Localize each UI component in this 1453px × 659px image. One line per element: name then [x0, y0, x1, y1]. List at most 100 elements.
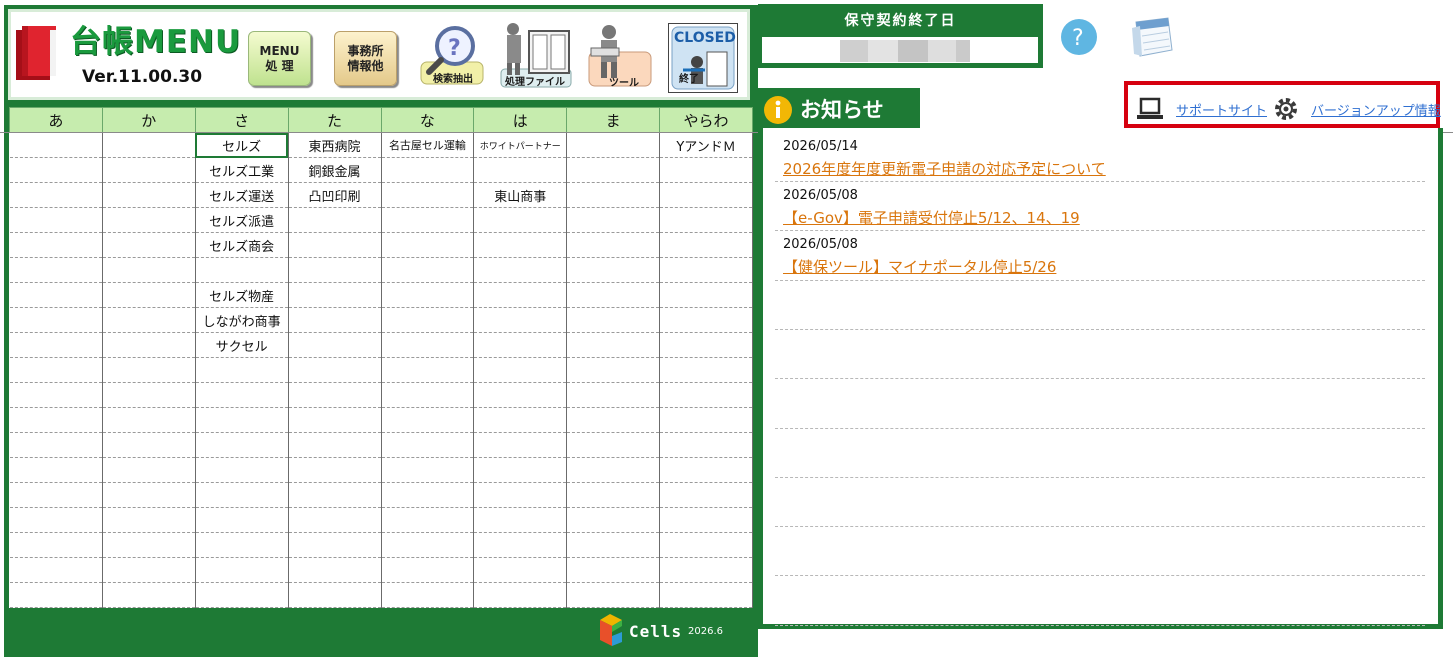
grid-cell[interactable]	[381, 557, 475, 583]
grid-cell[interactable]	[288, 457, 382, 483]
grid-cell[interactable]	[102, 482, 196, 508]
grid-cell[interactable]	[659, 257, 753, 283]
grid-cell[interactable]	[659, 482, 753, 508]
grid-cell[interactable]	[9, 457, 103, 483]
grid-cell[interactable]	[288, 407, 382, 433]
grid-cell[interactable]	[473, 332, 568, 358]
grid-cell[interactable]	[9, 182, 103, 208]
grid-cell[interactable]	[473, 157, 568, 183]
grid-cell[interactable]	[102, 282, 196, 308]
grid-cell[interactable]	[9, 132, 103, 158]
grid-cell[interactable]	[381, 232, 475, 258]
grid-cell[interactable]	[473, 257, 568, 283]
grid-cell[interactable]	[102, 232, 196, 258]
grid-cell[interactable]	[566, 257, 661, 283]
grid-cell[interactable]	[195, 482, 289, 508]
grid-cell[interactable]	[102, 382, 196, 408]
grid-cell[interactable]	[102, 157, 196, 183]
grid-cell[interactable]	[381, 582, 475, 608]
grid-cell[interactable]	[473, 482, 568, 508]
grid-cell[interactable]	[195, 532, 289, 558]
search-extract-button[interactable]: ? 検索抽出	[415, 22, 487, 86]
grid-cell[interactable]	[381, 457, 475, 483]
grid-cell[interactable]: セルズ	[195, 132, 289, 158]
grid-cell[interactable]	[473, 357, 568, 383]
grid-cell[interactable]	[102, 432, 196, 458]
grid-cell[interactable]	[473, 457, 568, 483]
grid-cell[interactable]	[566, 482, 661, 508]
grid-cell[interactable]	[659, 332, 753, 358]
grid-cell[interactable]	[566, 357, 661, 383]
grid-cell[interactable]	[288, 482, 382, 508]
news-link[interactable]: 【e-Gov】電子申請受付停止5/12、14、19	[783, 207, 1080, 228]
grid-cell[interactable]	[566, 132, 661, 158]
news-link[interactable]: 2026年度年度更新電子申請の対応予定について	[783, 158, 1106, 179]
grid-cell[interactable]: 名古屋セル運輸	[381, 132, 475, 158]
menu-process-button[interactable]: MENU 処 理	[248, 31, 311, 86]
grid-cell[interactable]	[102, 582, 196, 608]
grid-cell[interactable]	[195, 257, 289, 283]
grid-cell[interactable]	[381, 182, 475, 208]
grid-cell[interactable]	[9, 332, 103, 358]
grid-cell[interactable]	[288, 282, 382, 308]
grid-cell[interactable]	[659, 432, 753, 458]
grid-cell[interactable]	[288, 557, 382, 583]
grid-cell[interactable]	[473, 382, 568, 408]
grid-cell[interactable]: セルズ物産	[195, 282, 289, 308]
grid-cell[interactable]	[288, 332, 382, 358]
grid-cell[interactable]	[9, 282, 103, 308]
grid-cell[interactable]	[381, 157, 475, 183]
grid-cell[interactable]	[195, 457, 289, 483]
grid-cell[interactable]	[9, 482, 103, 508]
grid-cell[interactable]	[195, 382, 289, 408]
grid-cell[interactable]	[566, 457, 661, 483]
grid-cell[interactable]	[566, 332, 661, 358]
grid-cell[interactable]	[288, 507, 382, 533]
grid-cell[interactable]	[566, 182, 661, 208]
grid-cell[interactable]	[566, 507, 661, 533]
grid-cell[interactable]	[566, 382, 661, 408]
grid-cell[interactable]: 凸凹印刷	[288, 182, 382, 208]
support-site-link[interactable]: サポートサイト	[1176, 100, 1267, 119]
grid-cell[interactable]	[9, 382, 103, 408]
grid-cell[interactable]	[195, 432, 289, 458]
grid-cell[interactable]	[195, 407, 289, 433]
grid-cell[interactable]	[566, 157, 661, 183]
grid-cell[interactable]	[9, 582, 103, 608]
grid-cell[interactable]	[566, 557, 661, 583]
grid-cell[interactable]	[659, 557, 753, 583]
grid-cell[interactable]	[566, 307, 661, 333]
grid-cell[interactable]	[473, 507, 568, 533]
grid-cell[interactable]	[566, 232, 661, 258]
grid-cell[interactable]	[288, 207, 382, 233]
grid-cell[interactable]	[473, 557, 568, 583]
grid-cell[interactable]	[102, 332, 196, 358]
grid-cell[interactable]	[9, 407, 103, 433]
grid-cell[interactable]: サクセル	[195, 332, 289, 358]
grid-cell[interactable]	[288, 432, 382, 458]
grid-cell[interactable]	[288, 257, 382, 283]
calendar-icon[interactable]	[1128, 16, 1174, 58]
grid-cell[interactable]	[288, 357, 382, 383]
grid-cell[interactable]: セルズ商会	[195, 232, 289, 258]
closed-exit-button[interactable]: CLOSED 終了	[668, 23, 738, 93]
grid-cell[interactable]	[659, 182, 753, 208]
grid-cell[interactable]	[566, 207, 661, 233]
grid-cell[interactable]	[9, 507, 103, 533]
grid-cell[interactable]	[195, 557, 289, 583]
grid-cell[interactable]	[195, 507, 289, 533]
grid-cell[interactable]	[381, 207, 475, 233]
grid-cell[interactable]	[381, 482, 475, 508]
grid-cell[interactable]	[288, 307, 382, 333]
grid-cell[interactable]	[566, 282, 661, 308]
news-link[interactable]: 【健保ツール】マイナポータル停止5/26	[783, 256, 1056, 277]
grid-cell[interactable]	[381, 357, 475, 383]
grid-cell[interactable]	[102, 457, 196, 483]
process-file-button[interactable]: 処理ファイル	[499, 19, 574, 89]
grid-cell[interactable]	[102, 557, 196, 583]
grid-cell[interactable]	[473, 207, 568, 233]
grid-cell[interactable]	[566, 532, 661, 558]
grid-cell[interactable]	[659, 157, 753, 183]
grid-cell[interactable]	[473, 307, 568, 333]
grid-cell[interactable]: YアンドＭ	[659, 132, 753, 158]
